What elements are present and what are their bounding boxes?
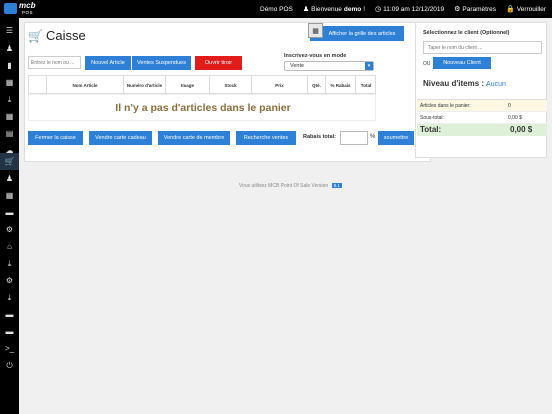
column-header: Stock — [209, 76, 251, 94]
register-panel: 🛒 Caisse ▦ Afficher la grille des articl… — [24, 22, 431, 162]
mode-select[interactable]: Vente ▾ — [284, 61, 374, 71]
sidebar: ☰ ♟ ▮ ▦ ⤓ ▦ ▤ ☁ 🛒 ♟ ▦ ▬ ⚙ ⌂ ⤓ ⚙ ⤓ ▬ ▬ >_… — [0, 18, 19, 414]
column-header: Qté. — [307, 76, 325, 94]
logo-badge — [4, 3, 17, 14]
summary-total: Total: 0,00 $ — [417, 124, 547, 136]
cart-icon[interactable]: 🛒 — [0, 153, 19, 170]
cog-icon[interactable]: ⚙ — [0, 272, 19, 289]
customer-select-label: Sélectionnez le client (Optionnel) — [423, 30, 510, 36]
sell-gift-card-button[interactable]: Vendre carte cadeau — [89, 131, 152, 145]
column-header: Numéro d'article — [123, 76, 165, 94]
download-icon[interactable]: ⤓ — [0, 255, 19, 272]
footer-version: Vous utilisez MCB Point Of Sale Version … — [239, 183, 342, 189]
card-icon[interactable]: ▬ — [0, 204, 19, 221]
cart-table-header: Nom Article Numéro d'article Image Stock… — [28, 75, 376, 94]
discount-label: Rabais total: — [303, 134, 337, 140]
logo: mcb POS — [4, 2, 40, 16]
summary-row: Sous-total: 0,00 $ — [417, 112, 547, 124]
menu-icon[interactable]: ☰ — [0, 22, 19, 39]
search-sales-button[interactable]: Recherche ventes — [236, 131, 296, 145]
lock-link[interactable]: 🔒 Verrouiller — [506, 5, 546, 14]
barcode-icon[interactable]: ▮ — [0, 57, 19, 74]
home-icon[interactable]: ⌂ — [0, 238, 19, 255]
logo-text: mcb — [19, 1, 36, 10]
chart-icon[interactable]: ▤ — [0, 125, 19, 142]
new-item-button[interactable]: Nouvel Article — [85, 56, 131, 70]
clock: ◷ 11:09 am 12/12/2019 — [375, 5, 445, 14]
page-header: 🛒 Caisse — [28, 28, 86, 43]
page-title: Caisse — [45, 28, 86, 43]
card-icon[interactable]: ▬ — [0, 306, 19, 323]
sell-member-card-button[interactable]: Vendre carte de membre — [158, 131, 230, 145]
grid-icon: ▦ — [308, 23, 323, 38]
new-client-button[interactable]: Nouveau Client — [433, 57, 491, 69]
empty-cart-box: Il n'y a pas d'articles dans le panier — [28, 94, 376, 121]
cart-summary: Articles dans le panier: 0 Sous-total: 0… — [417, 99, 547, 136]
download-icon[interactable]: ⤓ — [0, 289, 19, 306]
items-level: Niveau d'items : Aucun — [423, 79, 506, 88]
lock-icon: 🔒 — [506, 6, 515, 13]
column-header: Prix — [251, 76, 307, 94]
terminal-icon[interactable]: >_ — [0, 340, 19, 357]
column-header: Image — [165, 76, 209, 94]
items-level-link[interactable]: Aucun — [486, 81, 506, 88]
store-name[interactable]: Démo POS — [260, 6, 293, 13]
customer-panel: Sélectionnez le client (Optionnel) OU No… — [415, 22, 547, 158]
item-search-input[interactable] — [28, 56, 81, 69]
main-content: 🛒 Caisse ▦ Afficher la grille des articl… — [19, 18, 552, 414]
user-icon[interactable]: ♟ — [0, 170, 19, 187]
column-header: Total — [355, 76, 376, 94]
submit-button[interactable]: soumettre — [378, 131, 414, 145]
user-icon: ♟ — [302, 6, 310, 13]
open-drawer-button[interactable]: Ouvrir tiroir — [195, 56, 242, 70]
version-badge: 8.1 — [331, 183, 342, 188]
customer-search-input[interactable] — [423, 41, 542, 54]
empty-cart-message: Il n'y a pas d'articles dans le panier — [115, 102, 291, 114]
discount-input[interactable] — [340, 131, 368, 145]
mode-label: Inscrivez-vous en mode — [284, 53, 347, 59]
top-bar: mcb POS Démo POS ♟ Bienvenue demo! ◷ 11:… — [0, 0, 552, 18]
table-icon[interactable]: ▦ — [0, 187, 19, 204]
close-register-button[interactable]: Fermer la caisse — [28, 131, 83, 145]
table-icon[interactable]: ▦ — [0, 74, 19, 91]
cart-icon: 🛒 — [28, 28, 43, 43]
column-header — [28, 76, 46, 94]
card-icon[interactable]: ▬ — [0, 323, 19, 340]
suspended-sales-button[interactable]: Ventes Suspendues — [132, 56, 191, 70]
clock-icon: ◷ — [375, 6, 382, 13]
or-label: OU — [423, 61, 431, 67]
download-icon[interactable]: ⤓ — [0, 91, 19, 108]
user-menu[interactable]: ♟ Bienvenue demo! — [302, 5, 365, 14]
table-icon[interactable]: ▦ — [0, 108, 19, 125]
percent-sign: % — [370, 134, 376, 140]
top-bar-items: Démo POS ♟ Bienvenue demo! ◷ 11:09 am 12… — [260, 0, 546, 18]
gear-icon: ⚙ — [454, 6, 461, 13]
logo-subtext: POS — [22, 10, 34, 15]
settings-link[interactable]: ⚙ Paramètres — [454, 5, 496, 14]
column-header: % Rabais — [325, 76, 355, 94]
summary-row: Articles dans le panier: 0 — [417, 100, 547, 112]
users-icon[interactable]: ♟ — [0, 40, 19, 57]
show-items-grid-button[interactable]: ▦ Afficher la grille des articles — [308, 23, 404, 41]
chevron-down-icon: ▾ — [365, 62, 373, 70]
cogs-icon[interactable]: ⚙ — [0, 221, 19, 238]
power-icon[interactable]: ⏻ — [0, 357, 19, 374]
column-header: Nom Article — [46, 76, 123, 94]
